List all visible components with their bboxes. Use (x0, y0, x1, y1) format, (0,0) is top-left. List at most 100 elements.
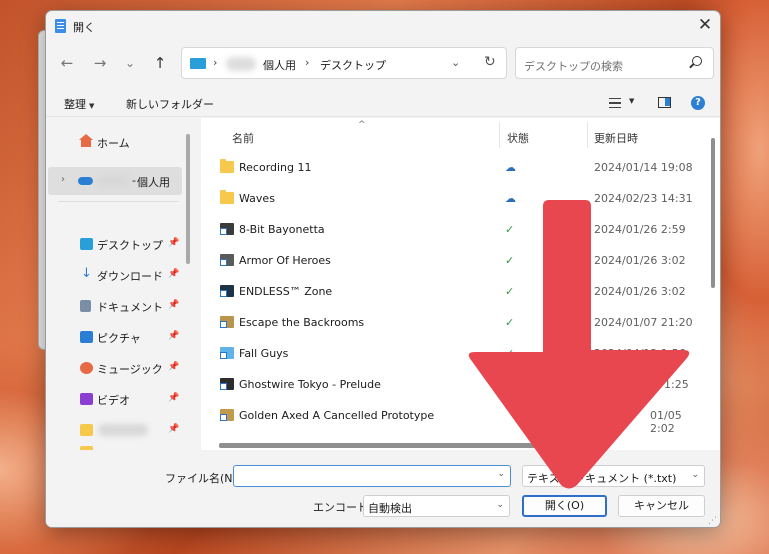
back-button[interactable]: ← (56, 52, 78, 74)
view-options-chevron-icon[interactable]: ▼ (629, 97, 634, 105)
folder-icon (80, 424, 93, 436)
desktop-icon (80, 238, 93, 250)
column-header-modified[interactable]: 更新日時 (594, 130, 638, 146)
column-divider[interactable] (587, 122, 588, 148)
sidebar-item-partial[interactable] (46, 446, 184, 450)
folder-icon (220, 159, 234, 173)
file-name: ENDLESS™ Zone (239, 285, 333, 298)
file-name: Recording 11 (239, 161, 312, 174)
search-box[interactable]: デスクトップの検索 (515, 47, 714, 79)
folder-icon (220, 190, 234, 204)
file-row[interactable]: Recording 11 ☁ 2024/01/14 19:08 (201, 152, 706, 183)
pin-icon[interactable]: 📌 (168, 424, 179, 434)
breadcrumb-desktop[interactable]: デスクトップ (320, 57, 386, 73)
file-name: Ghostwire Tokyo - Prelude (239, 378, 381, 391)
sidebar-item-redacted-folder[interactable]: 📌 (46, 416, 184, 444)
title-bar: 開く ✕ (46, 11, 720, 41)
game-shortcut-icon (220, 285, 234, 297)
sidebar-item-music[interactable]: ミュージック 📌 (46, 354, 184, 382)
file-name: Armor Of Heroes (239, 254, 331, 267)
address-bar[interactable]: › 個人用 › デスクトップ ⌄ ↻ (181, 47, 507, 79)
game-shortcut-icon (220, 223, 234, 235)
open-button[interactable]: 開く(O) (522, 495, 607, 517)
game-shortcut-icon (220, 347, 234, 359)
videos-icon (80, 393, 93, 405)
close-button[interactable]: ✕ (690, 11, 720, 41)
pin-icon[interactable]: 📌 (168, 238, 179, 248)
pin-icon[interactable]: 📌 (168, 300, 179, 310)
view-list-icon[interactable] (609, 98, 621, 108)
sidebar-scrollbar[interactable] (186, 134, 190, 264)
resize-grip-icon[interactable]: ⋰ (708, 516, 717, 526)
column-header-name[interactable]: 名前 (232, 130, 254, 146)
notepad-icon (55, 19, 66, 33)
sidebar-item-label: デスクトップ (97, 239, 163, 252)
organize-label: 整理 (64, 98, 86, 111)
sidebar-item-label: 個人用 (137, 176, 170, 189)
dialog-title: 開く (73, 21, 95, 34)
sidebar-item-label: ホーム (97, 137, 130, 150)
redacted-account-name (226, 57, 256, 71)
sidebar-item-videos[interactable]: ビデオ 📌 (46, 385, 184, 413)
pin-icon[interactable]: 📌 (168, 269, 179, 279)
column-divider[interactable] (499, 122, 500, 148)
breadcrumb-separator: › (305, 56, 310, 69)
sidebar-item-label: ビデオ (97, 394, 130, 407)
pin-icon[interactable]: 📌 (168, 362, 179, 372)
sidebar-item-downloads[interactable]: ↓ ダウンロード 📌 (46, 261, 184, 289)
download-icon: ↓ (81, 266, 92, 281)
redacted-folder-name (98, 424, 148, 436)
onedrive-label-prefix: - (132, 174, 136, 187)
redacted-account-name (96, 175, 130, 187)
file-list-vertical-scrollbar[interactable] (711, 138, 715, 288)
pin-icon[interactable]: 📌 (168, 393, 179, 403)
search-placeholder: デスクトップの検索 (524, 60, 623, 73)
file-name: Golden Axed A Cancelled Prototype (239, 409, 435, 422)
refresh-icon[interactable]: ↻ (484, 54, 496, 70)
folder-icon (80, 446, 93, 450)
expand-chevron-icon[interactable]: › (61, 174, 65, 185)
cancel-button[interactable]: キャンセル (618, 495, 705, 517)
file-date: 2024/01/14 19:08 (594, 161, 693, 174)
up-button[interactable]: ↑ (149, 52, 171, 74)
home-icon-body (81, 140, 91, 147)
music-icon (80, 362, 93, 374)
address-dropdown-icon[interactable]: ⌄ (451, 56, 460, 69)
annotation-arrow (468, 200, 690, 489)
help-icon[interactable]: ? (691, 96, 705, 110)
game-shortcut-icon (220, 409, 234, 421)
encoding-select[interactable]: 自動検出 ⌄ (363, 495, 510, 517)
file-name: Waves (239, 192, 275, 205)
game-shortcut-icon (220, 254, 234, 266)
chevron-down-icon: ⌄ (496, 500, 504, 510)
recent-locations-button[interactable]: ⌄ (119, 52, 141, 74)
sidebar-item-pictures[interactable]: ピクチャ 📌 (46, 323, 184, 351)
preview-pane-icon[interactable] (658, 97, 671, 108)
sidebar-item-label: ダウンロード (97, 270, 163, 283)
column-header-status[interactable]: 状態 (507, 130, 529, 146)
organize-menu[interactable]: 整理 ▼ (64, 96, 94, 112)
breadcrumb-separator: › (213, 56, 218, 69)
search-icon[interactable] (692, 56, 702, 66)
pictures-icon (80, 331, 93, 343)
sidebar-item-documents[interactable]: ドキュメント 📌 (46, 292, 184, 320)
filename-label: ファイル名(N): (165, 472, 241, 485)
encoding-value: 自動検出 (368, 502, 412, 515)
sort-ascending-icon: ^ (358, 120, 366, 130)
onedrive-cloud-icon (78, 177, 93, 185)
game-shortcut-icon (220, 378, 234, 390)
sidebar-divider (58, 201, 178, 202)
chevron-down-icon: ▼ (89, 102, 95, 110)
sidebar-item-label: ピクチャ (97, 332, 141, 345)
game-shortcut-icon (220, 316, 234, 328)
sidebar-item-onedrive[interactable]: › - 個人用 (48, 167, 182, 195)
breadcrumb-personal[interactable]: 個人用 (263, 57, 296, 73)
file-name: Fall Guys (239, 347, 289, 360)
sidebar-item-home[interactable]: ホーム (46, 128, 184, 156)
sidebar-item-desktop[interactable]: デスクトップ 📌 (46, 230, 184, 258)
cloud-status-icon: ☁ (505, 161, 516, 174)
forward-button[interactable]: → (89, 52, 111, 74)
file-name: Escape the Backrooms (239, 316, 365, 329)
pin-icon[interactable]: 📌 (168, 331, 179, 341)
new-folder-button[interactable]: 新しいフォルダー (126, 96, 214, 112)
